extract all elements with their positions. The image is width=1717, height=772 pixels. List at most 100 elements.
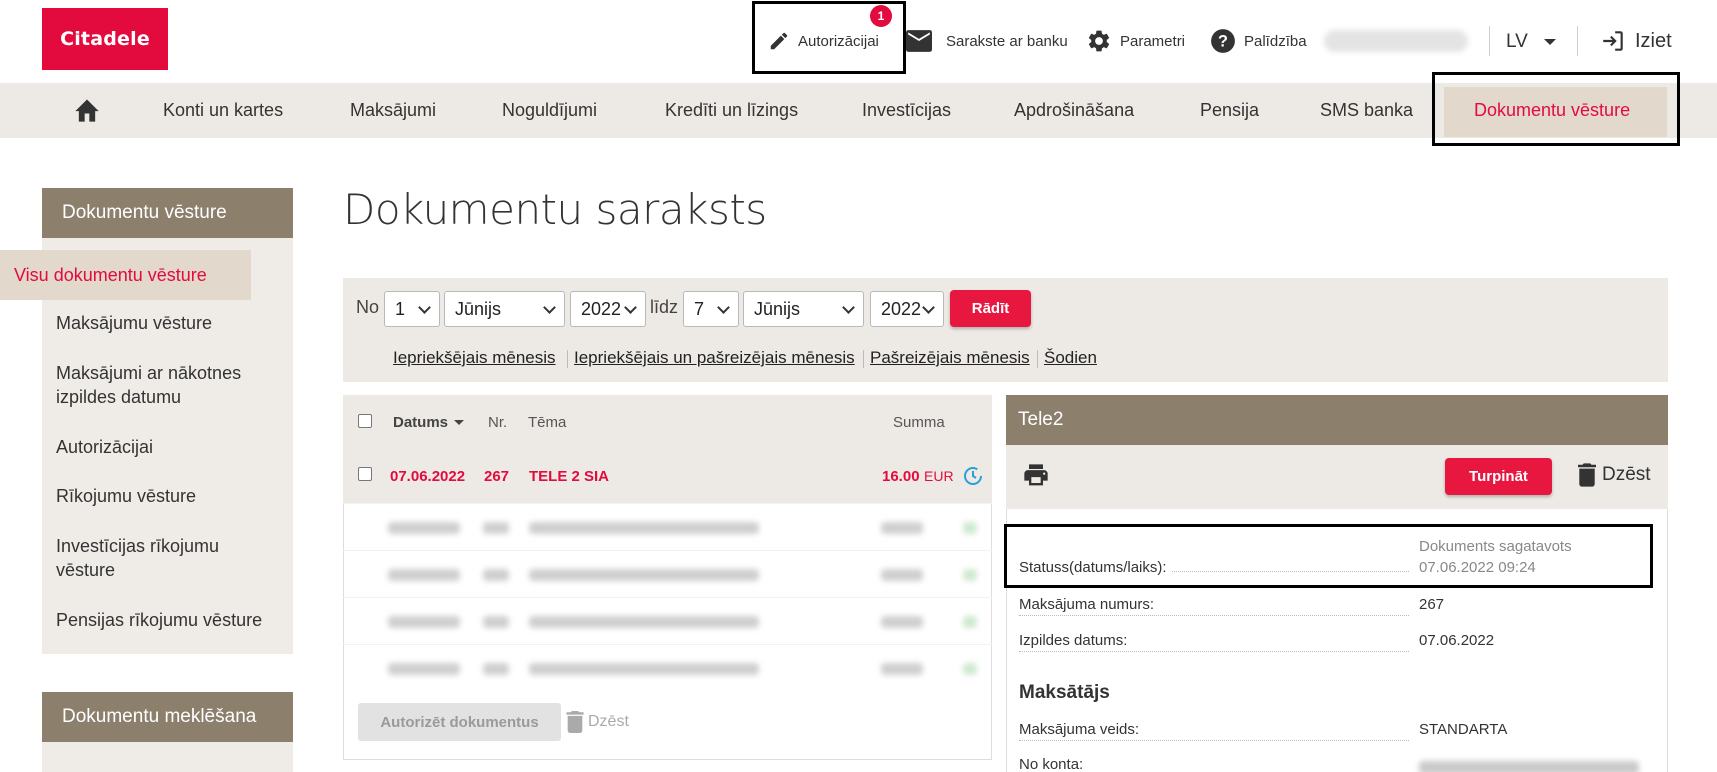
from-year-value: 2022 bbox=[581, 298, 622, 319]
nav-item-insurance[interactable]: Apdrošināšana bbox=[1014, 83, 1134, 138]
quick-link-previous-month[interactable]: Iepriekšējais mēnesis bbox=[393, 348, 556, 368]
to-day-select[interactable]: 7 bbox=[683, 291, 739, 327]
settings-link[interactable]: Parametri bbox=[1086, 26, 1185, 56]
caret-down-icon bbox=[1543, 39, 1556, 45]
row-subject[interactable]: TELE 2 SIA bbox=[529, 468, 609, 485]
to-label: līdz bbox=[650, 297, 679, 317]
from-month-value: Jūnijs bbox=[455, 298, 502, 319]
table-row-blurred[interactable] bbox=[343, 550, 992, 597]
to-year-select[interactable]: 2022 bbox=[870, 291, 944, 327]
logout-label: Iziet bbox=[1635, 29, 1672, 52]
quick-link-divider bbox=[1037, 350, 1038, 368]
dotted-leader bbox=[1019, 740, 1409, 741]
from-account-value-blurred bbox=[1419, 761, 1639, 772]
column-header-date[interactable]: Datums bbox=[393, 414, 465, 431]
sort-desc-icon bbox=[454, 420, 465, 425]
delete-label: Dzēst bbox=[1602, 464, 1651, 485]
row-checkbox[interactable] bbox=[358, 467, 372, 481]
clock-icon bbox=[963, 466, 983, 491]
from-year-select[interactable]: 2022 bbox=[570, 291, 646, 327]
authorize-label: Autorizācijai bbox=[798, 32, 879, 50]
table-row-blurred[interactable] bbox=[343, 644, 992, 691]
nav-item-accounts[interactable]: Konti un kartes bbox=[163, 83, 283, 138]
payment-type-value: STANDARTA bbox=[1419, 721, 1508, 738]
payment-number-value: 267 bbox=[1419, 596, 1445, 613]
table-row-blurred[interactable] bbox=[343, 503, 992, 550]
chevron-down-icon bbox=[717, 301, 730, 314]
header-divider bbox=[1577, 26, 1578, 56]
quick-link-previous-and-current-month[interactable]: Iepriekšējais un pašreizējais mēnesis bbox=[574, 348, 855, 368]
sidebar-item-authorization[interactable]: Autorizācijai bbox=[42, 435, 293, 459]
sidebar-item-order-history[interactable]: Rīkojumu vēsture bbox=[42, 484, 293, 508]
sidebar-item-all-documents[interactable]: Visu dokumentu vēsture bbox=[0, 250, 251, 300]
column-header-date-label: Datums bbox=[393, 414, 449, 431]
nav-item-sms-bank[interactable]: SMS banka bbox=[1320, 83, 1413, 138]
svg-text:?: ? bbox=[1218, 32, 1228, 50]
show-button[interactable]: Rādīt bbox=[950, 290, 1031, 327]
quick-link-current-month[interactable]: Pašreizējais mēnesis bbox=[870, 348, 1030, 368]
chevron-down-icon bbox=[842, 301, 855, 314]
row-date: 07.06.2022 bbox=[390, 468, 466, 485]
quick-link-today[interactable]: Šodien bbox=[1044, 348, 1097, 368]
authorize-link[interactable]: Autorizācijai bbox=[768, 26, 879, 56]
dotted-leader bbox=[1019, 615, 1409, 616]
from-label: No bbox=[356, 297, 380, 317]
nav-active-highlight-box bbox=[1432, 72, 1680, 146]
select-all-checkbox[interactable] bbox=[358, 414, 372, 428]
trash-icon bbox=[1578, 463, 1596, 487]
to-month-value: Jūnijs bbox=[754, 298, 801, 319]
column-header-nr: Nr. bbox=[488, 414, 508, 431]
sidebar-item-future-payments[interactable]: Maksājumi ar nākotnes izpildes datumu bbox=[42, 361, 282, 409]
nav-item-payments[interactable]: Maksājumi bbox=[350, 83, 436, 138]
sidebar-search-body bbox=[42, 742, 293, 772]
execution-date-label: Izpildes datums: bbox=[1019, 632, 1132, 649]
settings-label: Parametri bbox=[1120, 32, 1186, 50]
question-circle-icon: ? bbox=[1211, 29, 1235, 53]
language-selector[interactable]: LV bbox=[1506, 27, 1556, 57]
nav-item-deposits[interactable]: Noguldījumi bbox=[502, 83, 597, 138]
detail-toolbar bbox=[1006, 445, 1668, 509]
row-nr: 267 bbox=[484, 468, 510, 485]
logout-icon bbox=[1603, 31, 1623, 51]
delete-documents-button[interactable]: Dzēst bbox=[566, 711, 629, 733]
pencil-icon bbox=[770, 32, 788, 50]
chevron-down-icon bbox=[543, 301, 556, 314]
column-header-subject: Tēma bbox=[528, 414, 567, 431]
sidebar-item-payment-history[interactable]: Maksājumu vēsture bbox=[42, 311, 293, 335]
table-row-blurred[interactable] bbox=[343, 597, 992, 644]
to-year-value: 2022 bbox=[881, 298, 922, 319]
user-name-blurred[interactable] bbox=[1324, 30, 1468, 52]
column-header-amount: Summa bbox=[893, 414, 945, 431]
sidebar-item-investment-orders[interactable]: Investīcijas rīkojumu vēsture bbox=[42, 534, 262, 582]
payment-number-label: Maksājuma numurs: bbox=[1019, 596, 1159, 613]
help-label: Palīdzība bbox=[1244, 32, 1307, 50]
from-day-select[interactable]: 1 bbox=[384, 291, 440, 327]
chevron-down-icon bbox=[624, 301, 637, 314]
nav-item-credits[interactable]: Kredīti un līzings bbox=[665, 83, 798, 138]
gear-icon bbox=[1088, 30, 1110, 52]
help-link[interactable]: ? Palīdzība bbox=[1210, 26, 1307, 56]
nav-item-pension[interactable]: Pensija bbox=[1200, 83, 1259, 138]
messages-link[interactable]: Sarakste ar banku bbox=[906, 26, 1068, 56]
logout-link[interactable]: Iziet bbox=[1600, 26, 1672, 56]
to-day-value: 7 bbox=[694, 298, 705, 319]
citadele-logo[interactable]: Citadele bbox=[42, 8, 168, 70]
to-month-select[interactable]: Jūnijs bbox=[743, 291, 864, 327]
from-day-value: 1 bbox=[395, 298, 406, 319]
nav-home-link[interactable] bbox=[73, 97, 101, 128]
payment-type-label: Maksājuma veids: bbox=[1019, 721, 1144, 738]
print-icon[interactable] bbox=[1022, 463, 1050, 494]
authorize-documents-button[interactable]: Autorizēt dokumentus bbox=[358, 703, 561, 741]
authorize-count-badge: 1 bbox=[870, 5, 892, 27]
from-month-select[interactable]: Jūnijs bbox=[444, 291, 565, 327]
status-highlight-box bbox=[1004, 524, 1653, 588]
header-divider bbox=[1489, 26, 1490, 56]
quick-link-divider bbox=[863, 350, 864, 368]
nav-item-investments[interactable]: Investīcijas bbox=[862, 83, 951, 138]
envelope-icon bbox=[906, 30, 932, 52]
continue-button[interactable]: Turpināt bbox=[1445, 458, 1552, 495]
language-label: LV bbox=[1506, 31, 1528, 52]
delete-document-button[interactable]: Dzēst bbox=[1578, 463, 1651, 487]
sidebar-item-pension-orders[interactable]: Pensijas rīkojumu vēsture bbox=[42, 608, 293, 632]
detail-title: Tele2 bbox=[1006, 395, 1668, 445]
